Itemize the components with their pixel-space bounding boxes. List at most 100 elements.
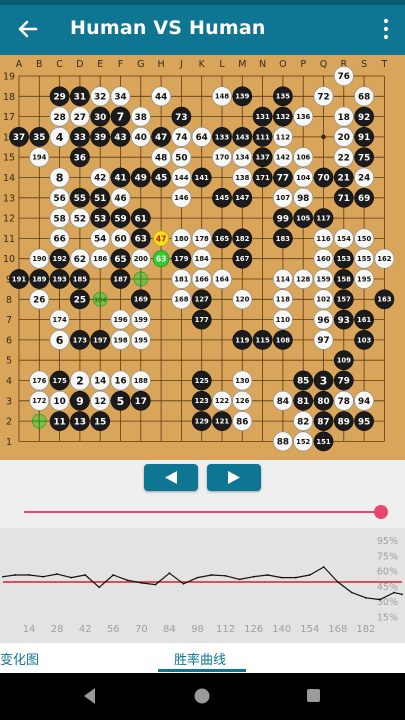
x-tick-label: 140: [272, 624, 291, 635]
marker-label: 63: [156, 255, 166, 264]
win-rate-point: [56, 573, 59, 575]
row-label: 6: [6, 335, 12, 346]
move-number: 138: [235, 174, 249, 182]
move-number: 172: [32, 397, 46, 405]
move-number: 33: [74, 133, 86, 143]
x-tick-label: 98: [191, 624, 204, 635]
arrow-left-icon[interactable]: [14, 15, 42, 43]
win-rate-point: [126, 579, 129, 582]
move-slider-thumb[interactable]: [374, 505, 388, 519]
x-tick-label: 70: [135, 624, 148, 635]
x-tick-label: 84: [163, 624, 176, 635]
move-number: 182: [235, 235, 249, 243]
move-number: 195: [357, 275, 371, 283]
move-number: 20: [338, 133, 350, 143]
x-tick-label: 56: [107, 624, 120, 635]
move-number: 109: [337, 357, 351, 365]
move-number: 190: [32, 255, 46, 263]
win-rate-point: [238, 578, 241, 581]
move-number: 118: [276, 296, 290, 304]
win-rate-point: [365, 596, 367, 599]
move-number: 91: [358, 133, 370, 143]
move-number: 127: [195, 296, 209, 304]
column-label: P: [300, 59, 306, 70]
move-slider-track[interactable]: [24, 511, 382, 513]
move-number: 36: [74, 153, 86, 163]
next-move-button[interactable]: [207, 464, 261, 491]
column-label: A: [16, 59, 23, 70]
nav-recents-icon[interactable]: [307, 689, 320, 702]
move-number: 147: [235, 194, 249, 202]
column-label: E: [97, 59, 103, 70]
move-number: 178: [195, 235, 209, 243]
move-number: 7: [117, 111, 125, 124]
tab-variation[interactable]: 变化图: [0, 649, 39, 668]
move-number: 42: [94, 174, 106, 184]
move-number: 93: [338, 316, 350, 326]
move-number: 2: [76, 374, 84, 387]
row-label: 1: [6, 437, 12, 448]
move-number: 12: [94, 397, 106, 407]
tab-win-rate[interactable]: 胜率曲线: [174, 649, 226, 668]
move-number: 159: [316, 275, 330, 283]
move-number: 10: [53, 397, 65, 407]
win-rate-point: [308, 574, 311, 576]
move-number: 22: [338, 153, 350, 163]
nav-back-icon[interactable]: [84, 688, 95, 704]
move-number: 95: [358, 417, 370, 427]
move-number: 88: [277, 438, 289, 448]
move-number: 64: [196, 133, 208, 143]
win-rate-point: [140, 581, 143, 584]
move-number: 198: [113, 336, 127, 344]
win-rate-point: [322, 566, 325, 568]
move-number: 102: [316, 296, 330, 304]
previous-move-button[interactable]: [144, 464, 198, 491]
move-number: 151: [316, 438, 330, 446]
move-number: 54: [94, 235, 106, 245]
move-number: 200: [134, 255, 148, 263]
move-number: 98: [297, 194, 309, 204]
move-number: 39: [94, 133, 106, 143]
move-number: 174: [52, 316, 66, 324]
move-number: 75: [358, 153, 370, 163]
board-canvas[interactable]: A B C D E F G H J K L M N O P Q R S T191817161514131211109…: [0, 55, 405, 460]
move-number: 167: [235, 255, 249, 263]
row-label: 18: [3, 92, 15, 103]
tab-indicator: [158, 669, 246, 672]
move-number: 179: [174, 255, 188, 263]
move-number: 145: [215, 194, 229, 202]
move-number: 26: [33, 295, 45, 305]
more-vert-icon[interactable]: [379, 17, 393, 41]
row-label: 17: [3, 112, 15, 123]
column-label: D: [76, 59, 83, 70]
percent-label: 45%: [377, 582, 398, 593]
percent-label: 60%: [377, 567, 398, 578]
x-tick-label: 14: [23, 624, 36, 635]
move-number: 87: [317, 417, 329, 427]
go-board[interactable]: A B C D E F G H J K L M N O P Q R S T 19 18 17 16 15 14 13 12 11 10 9…: [0, 55, 405, 460]
move-number: 155: [357, 255, 371, 263]
move-number: 158: [337, 275, 351, 283]
move-number: 37: [13, 133, 25, 143]
nav-home-icon[interactable]: [194, 688, 210, 704]
tab-bar: 变化图 胜率曲线: [0, 643, 405, 673]
marker-label: 104: [94, 296, 106, 304]
move-number: 48: [155, 153, 167, 163]
move-number: 169: [134, 296, 148, 304]
win-rate-point: [252, 575, 255, 578]
move-number: 63: [135, 235, 147, 245]
percent-label: 75%: [377, 551, 398, 562]
column-label: M: [238, 59, 246, 70]
x-tick-label: 168: [328, 624, 347, 635]
x-tick-label: 154: [300, 624, 319, 635]
move-number: 108: [276, 336, 290, 344]
move-number: 34: [114, 92, 126, 102]
x-tick-label: 126: [244, 624, 263, 635]
move-number: 9: [76, 395, 84, 408]
move-number: 199: [134, 316, 148, 324]
move-number: 161: [357, 316, 371, 324]
row-label: 14: [3, 173, 15, 184]
move-number: 21: [338, 174, 350, 184]
move-number: 116: [316, 235, 330, 243]
move-number: 164: [215, 275, 229, 283]
